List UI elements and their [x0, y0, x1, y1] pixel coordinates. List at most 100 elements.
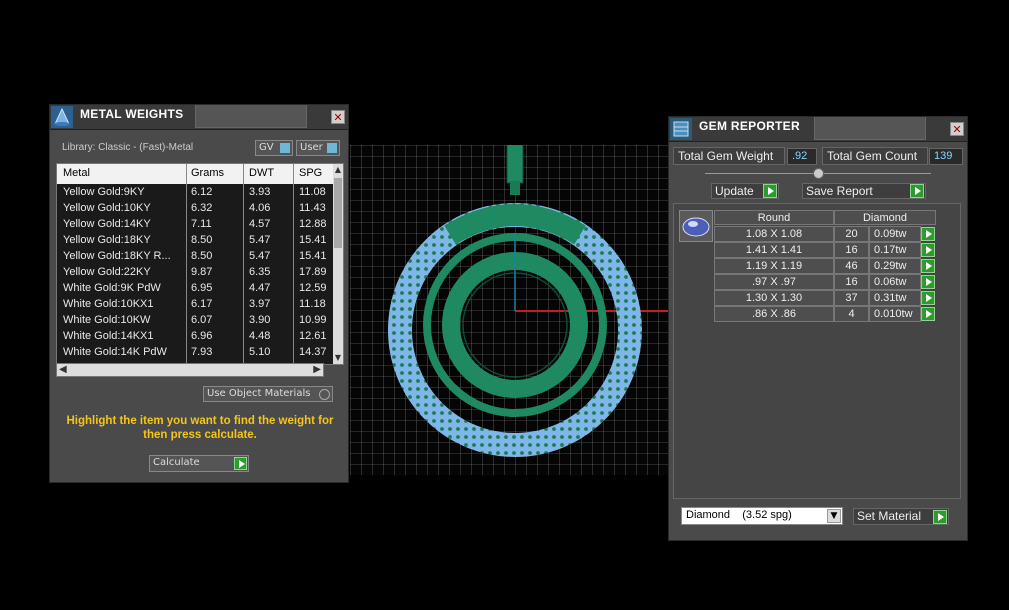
metal-weights-close-button[interactable]: ✕	[331, 110, 345, 124]
cell-spg: 11.08	[299, 186, 326, 198]
cell-dwt: 5.47	[249, 250, 271, 262]
cell-dwt: 5.47	[249, 234, 271, 246]
cell-dwt: 3.90	[249, 314, 271, 326]
column-header-grams[interactable]: Grams	[191, 167, 224, 179]
gem-cell-weight: 0.17tw	[869, 242, 921, 258]
3d-viewport[interactable]	[350, 132, 668, 475]
gv-label: GV	[259, 142, 274, 153]
cell-metal: Yellow Gold:14KY	[63, 218, 151, 230]
gem-row-select-button[interactable]	[921, 291, 935, 305]
metal-weights-titlebar[interactable]: METAL WEIGHTS ✕	[50, 105, 348, 130]
total-gem-weight-label: Total Gem Weight	[673, 147, 785, 165]
user-toggle[interactable]: User	[296, 140, 340, 156]
cell-dwt: 3.97	[249, 298, 271, 310]
gem-reporter-logo-icon	[670, 118, 692, 140]
table-row[interactable]: Yellow Gold:22KY 9.87 6.35 17.89	[57, 265, 333, 281]
metal-table[interactable]: Metal Grams DWT SPG Yellow Gold:9KY 6.12 3…	[56, 163, 344, 365]
table-row[interactable]: Yellow Gold:18KY 8.50 5.47 15.41	[57, 233, 333, 249]
cell-grams: 6.17	[191, 298, 213, 310]
gem-cell-count: 4	[834, 306, 869, 322]
gem-reporter-close-button[interactable]: ✕	[950, 122, 964, 136]
cell-metal: Yellow Gold:9KY	[63, 186, 145, 198]
metal-table-horizontal-scrollbar[interactable]: ◀ ▶	[56, 363, 324, 377]
gem-row-select-button[interactable]	[921, 227, 935, 241]
gv-indicator	[280, 143, 290, 153]
gem-cell-count: 37	[834, 290, 869, 306]
cell-metal: Yellow Gold:18KY	[63, 234, 151, 246]
table-row[interactable]: Yellow Gold:18KY R... 8.50 5.47 15.41	[57, 249, 333, 265]
cell-spg: 11.43	[299, 202, 326, 214]
table-row[interactable]: Yellow Gold:9KY 6.12 3.93 11.08	[57, 185, 333, 201]
cell-grams: 7.93	[191, 346, 213, 358]
table-row[interactable]: Yellow Gold:14KY 7.11 4.57 12.88	[57, 217, 333, 233]
gem-cell-weight: 0.29tw	[869, 258, 921, 274]
cell-metal: White Gold:14K PdW	[63, 346, 167, 358]
update-button[interactable]: Update	[711, 183, 779, 199]
gem-row-select-button[interactable]	[921, 259, 935, 273]
gem-cell-size: .86 X .86	[714, 306, 834, 322]
use-object-materials-checkbox[interactable]: Use Object Materials	[203, 386, 333, 402]
cell-spg: 15.41	[299, 250, 327, 262]
radio-circle-icon	[319, 389, 330, 400]
column-header-metal[interactable]: Metal	[63, 167, 90, 179]
gv-toggle[interactable]: GV	[255, 140, 293, 156]
cell-dwt: 4.47	[249, 282, 271, 294]
cell-grams: 9.87	[191, 266, 213, 278]
instruction-text: Highlight the item you want to find the …	[66, 415, 334, 441]
cell-dwt: 3.93	[249, 186, 271, 198]
cell-dwt: 4.06	[249, 202, 271, 214]
material-select[interactable]: Diamond (3.52 spg) ▼	[681, 507, 843, 525]
gem-reporter-titlebar[interactable]: GEM REPORTER ✕	[669, 117, 967, 142]
chevron-down-icon[interactable]: ▼	[827, 509, 841, 523]
cell-metal: White Gold:14KX1	[63, 330, 154, 342]
scroll-thumb[interactable]	[334, 178, 342, 248]
cell-spg: 15.41	[299, 234, 327, 246]
gem-row-select-button[interactable]	[921, 275, 935, 289]
cell-grams: 6.07	[191, 314, 213, 326]
table-row[interactable]: White Gold:9K PdW 6.95 4.47 12.59	[57, 281, 333, 297]
gem-row-select-button[interactable]	[921, 307, 935, 321]
play-arrow-icon	[234, 457, 247, 470]
pendant-model	[350, 132, 668, 475]
round-diamond-thumbnail[interactable]	[679, 210, 713, 242]
table-row[interactable]: White Gold:10KX1 6.17 3.97 11.18	[57, 297, 333, 313]
gem-cell-count: 46	[834, 258, 869, 274]
save-report-play-icon	[910, 184, 924, 198]
cell-spg: 14.37	[299, 346, 327, 358]
cell-metal: Yellow Gold:10KY	[63, 202, 151, 214]
metal-weights-panel: METAL WEIGHTS ✕ Library: Classic - (Fast…	[49, 104, 349, 483]
table-row[interactable]: White Gold:10KW 6.07 3.90 10.99	[57, 313, 333, 329]
cell-dwt: 6.35	[249, 266, 271, 278]
scroll-left-arrow-icon[interactable]: ◀	[59, 364, 67, 375]
table-row[interactable]: Yellow Gold:10KY 6.32 4.06 11.43	[57, 201, 333, 217]
cell-spg: 11.18	[299, 298, 326, 310]
scroll-right-arrow-icon[interactable]: ▶	[313, 364, 321, 375]
gem-cell-weight: 0.06tw	[869, 274, 921, 290]
slider-handle-icon[interactable]	[813, 168, 824, 179]
cell-spg: 12.88	[299, 218, 327, 230]
set-material-play-icon	[933, 510, 947, 524]
cell-grams: 8.50	[191, 234, 213, 246]
column-header-dwt[interactable]: DWT	[249, 167, 274, 179]
gem-cell-size: 1.19 X 1.19	[714, 258, 834, 274]
gem-cell-weight: 0.09tw	[869, 226, 921, 242]
gem-row-select-button[interactable]	[921, 243, 935, 257]
gem-cell-size: 1.08 X 1.08	[714, 226, 834, 242]
total-gem-count-value: 139	[929, 148, 963, 165]
cell-spg: 17.89	[299, 266, 327, 278]
scroll-up-arrow-icon[interactable]: ▲	[334, 165, 342, 175]
cell-dwt: 4.57	[249, 218, 271, 230]
set-material-label: Set Material	[857, 509, 922, 523]
column-header-spg[interactable]: SPG	[299, 167, 333, 179]
diamond-gem-icon	[682, 217, 710, 237]
metal-table-vertical-scrollbar[interactable]: ▲ ▼	[333, 164, 343, 364]
table-row[interactable]: White Gold:14KX1 6.96 4.48 12.61	[57, 329, 333, 345]
set-material-button[interactable]: Set Material	[853, 508, 949, 525]
gem-cell-count: 20	[834, 226, 869, 242]
scroll-down-arrow-icon[interactable]: ▼	[334, 353, 342, 363]
cell-spg: 12.59	[299, 282, 327, 294]
save-report-button[interactable]: Save Report	[802, 183, 926, 199]
gem-cell-size: 1.41 X 1.41	[714, 242, 834, 258]
table-row[interactable]: White Gold:14K PdW 7.93 5.10 14.37	[57, 345, 333, 361]
calculate-button[interactable]: Calculate	[149, 455, 249, 472]
